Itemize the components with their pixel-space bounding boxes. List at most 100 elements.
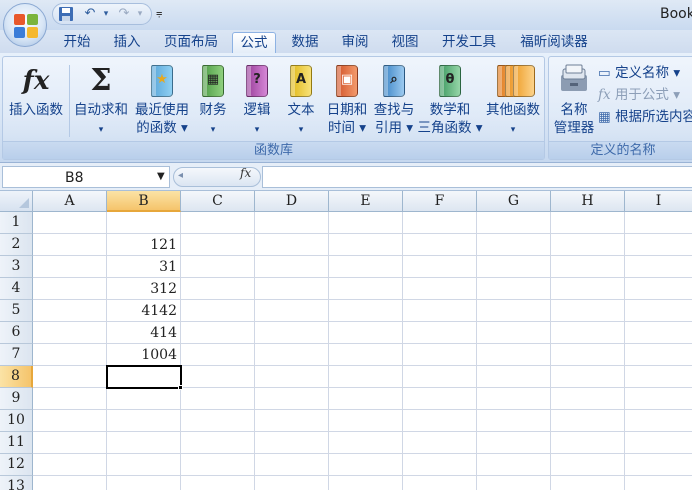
grid-line xyxy=(180,212,181,490)
active-cell-b8[interactable] xyxy=(106,365,182,389)
grid-line xyxy=(550,212,551,490)
lookup-book-icon: ⌕ xyxy=(378,63,410,99)
formula-input[interactable] xyxy=(262,166,692,188)
column-header-e[interactable]: E xyxy=(329,191,403,212)
row-header-13[interactable]: 13 xyxy=(0,476,33,490)
tab-home[interactable]: 开始 xyxy=(56,32,98,53)
row-header-5[interactable]: 5 xyxy=(0,300,33,322)
title-bar: ↶ ▾ ↷ ▾ ⩦ Book xyxy=(0,0,692,30)
grid-line xyxy=(624,212,625,490)
logical-book-icon: ? xyxy=(241,63,273,99)
name-box[interactable]: B8 ▼ xyxy=(2,166,170,188)
date-time-button[interactable]: ▣ 日期和 时间 ▾ xyxy=(325,63,369,137)
function-library-group: fx 插入函数 Σ 自动求和 ▾ ★ 最近使用 的函数 ▾ ▦ 财务 ▾ ? 逻… xyxy=(2,56,545,160)
grid-line xyxy=(402,212,403,490)
quick-access-toolbar: ↶ ▾ ↷ ▾ xyxy=(52,3,152,25)
tab-formulas[interactable]: 公式 xyxy=(232,32,276,53)
tab-developer[interactable]: 开发工具 xyxy=(434,32,504,53)
save-icon[interactable] xyxy=(57,6,75,22)
row-header-1[interactable]: 1 xyxy=(0,212,33,234)
insert-function-button[interactable]: fx 插入函数 xyxy=(5,63,67,119)
grid-line xyxy=(254,212,255,490)
column-header-b[interactable]: B xyxy=(107,191,181,212)
column-header-a[interactable]: A xyxy=(33,191,107,212)
logical-button[interactable]: ? 逻辑 ▾ xyxy=(237,63,277,139)
function-library-label: 函数库 xyxy=(3,141,544,159)
grid-line xyxy=(33,409,692,410)
financial-book-icon: ▦ xyxy=(197,63,229,99)
grid-line xyxy=(33,431,692,432)
group-divider xyxy=(69,65,70,137)
row-header-12[interactable]: 12 xyxy=(0,454,33,476)
row-header-9[interactable]: 9 xyxy=(0,388,33,410)
lookup-reference-button[interactable]: ⌕ 查找与 引用 ▾ xyxy=(371,63,417,137)
cell-b2[interactable]: 121 xyxy=(107,234,180,255)
cell-b6[interactable]: 414 xyxy=(107,322,180,343)
cell-b4[interactable]: 312 xyxy=(107,278,180,299)
column-header-f[interactable]: F xyxy=(403,191,477,212)
tab-view[interactable]: 视图 xyxy=(384,32,426,53)
create-from-selection-button[interactable]: ▦ 根据所选内容创建 xyxy=(598,105,692,125)
column-header-h[interactable]: H xyxy=(551,191,625,212)
undo-dropdown-icon[interactable]: ▾ xyxy=(97,6,115,22)
cell-b5[interactable]: 4142 xyxy=(107,300,180,321)
formula-bar: B8 ▼ ◂ fx xyxy=(0,163,692,191)
column-header-d[interactable]: D xyxy=(255,191,329,212)
cell-b7[interactable]: 1004 xyxy=(107,344,180,365)
column-header-i[interactable]: I xyxy=(625,191,692,212)
insert-function-icon: fx xyxy=(22,66,50,96)
tab-page-layout[interactable]: 页面布局 xyxy=(158,32,224,53)
recent-book-icon: ★ xyxy=(146,63,178,99)
row-header-4[interactable]: 4 xyxy=(0,278,33,300)
window-title: Book xyxy=(660,6,692,22)
define-name-button[interactable]: ▭ 定义名称 ▾ xyxy=(598,61,680,81)
autosum-button[interactable]: Σ 自动求和 ▾ xyxy=(71,63,131,139)
use-in-formula-button[interactable]: fx 用于公式 ▾ xyxy=(598,83,680,103)
name-box-value: B8 xyxy=(65,170,84,186)
grid-line xyxy=(328,212,329,490)
row-header-10[interactable]: 10 xyxy=(0,410,33,432)
cell-b3[interactable]: 31 xyxy=(107,256,180,277)
recently-used-button[interactable]: ★ 最近使用 的函数 ▾ xyxy=(131,63,193,137)
grid-line xyxy=(33,453,692,454)
ribbon-tabs: 开始 插入 页面布局 公式 数据 审阅 视图 开发工具 福昕阅读器 xyxy=(0,30,692,53)
redo-dropdown-icon[interactable]: ▾ xyxy=(131,6,149,22)
office-logo-icon xyxy=(14,14,38,38)
math-book-icon: θ xyxy=(434,63,466,99)
office-button[interactable] xyxy=(3,3,47,47)
defined-names-label: 定义的名称 xyxy=(549,141,692,159)
fill-handle[interactable] xyxy=(178,385,183,390)
tab-foxit-reader[interactable]: 福昕阅读器 xyxy=(512,32,596,53)
math-trig-button[interactable]: θ 数学和 三角函数 ▾ xyxy=(417,63,483,137)
define-name-icon: ▭ xyxy=(598,65,611,81)
column-header-g[interactable]: G xyxy=(477,191,551,212)
grid-line xyxy=(33,475,692,476)
text-book-icon: A xyxy=(285,63,317,99)
name-manager-icon xyxy=(558,63,590,99)
select-all-corner[interactable] xyxy=(0,191,33,212)
use-in-formula-icon: fx xyxy=(598,87,611,103)
row-header-7[interactable]: 7 xyxy=(0,344,33,366)
date-book-icon: ▣ xyxy=(331,63,363,99)
financial-button[interactable]: ▦ 财务 ▾ xyxy=(193,63,233,139)
column-header-c[interactable]: C xyxy=(181,191,255,212)
name-box-dropdown-icon[interactable]: ▼ xyxy=(157,171,165,182)
sigma-icon: Σ xyxy=(90,63,112,98)
row-header-6[interactable]: 6 xyxy=(0,322,33,344)
worksheet-grid[interactable]: A B C D E F G H I 1 2 3 4 5 6 7 8 9 10 1… xyxy=(0,191,692,490)
tab-review[interactable]: 审阅 xyxy=(334,32,376,53)
expand-arrow-icon[interactable]: ◂ xyxy=(178,170,183,181)
grid-line xyxy=(476,212,477,490)
tab-data[interactable]: 数据 xyxy=(284,32,326,53)
row-header-11[interactable]: 11 xyxy=(0,432,33,454)
tab-insert[interactable]: 插入 xyxy=(106,32,148,53)
name-manager-button[interactable]: 名称 管理器 xyxy=(551,63,597,137)
insert-function-fx-icon[interactable]: fx xyxy=(240,166,251,180)
row-header-8[interactable]: 8 xyxy=(0,366,33,388)
text-button[interactable]: A 文本 ▾ xyxy=(281,63,321,139)
customize-qat-icon[interactable]: ⩦ xyxy=(156,6,162,20)
more-functions-books-icon xyxy=(493,63,535,99)
row-header-2[interactable]: 2 xyxy=(0,234,33,256)
more-functions-button[interactable]: 其他函数 ▾ xyxy=(483,63,543,139)
row-header-3[interactable]: 3 xyxy=(0,256,33,278)
